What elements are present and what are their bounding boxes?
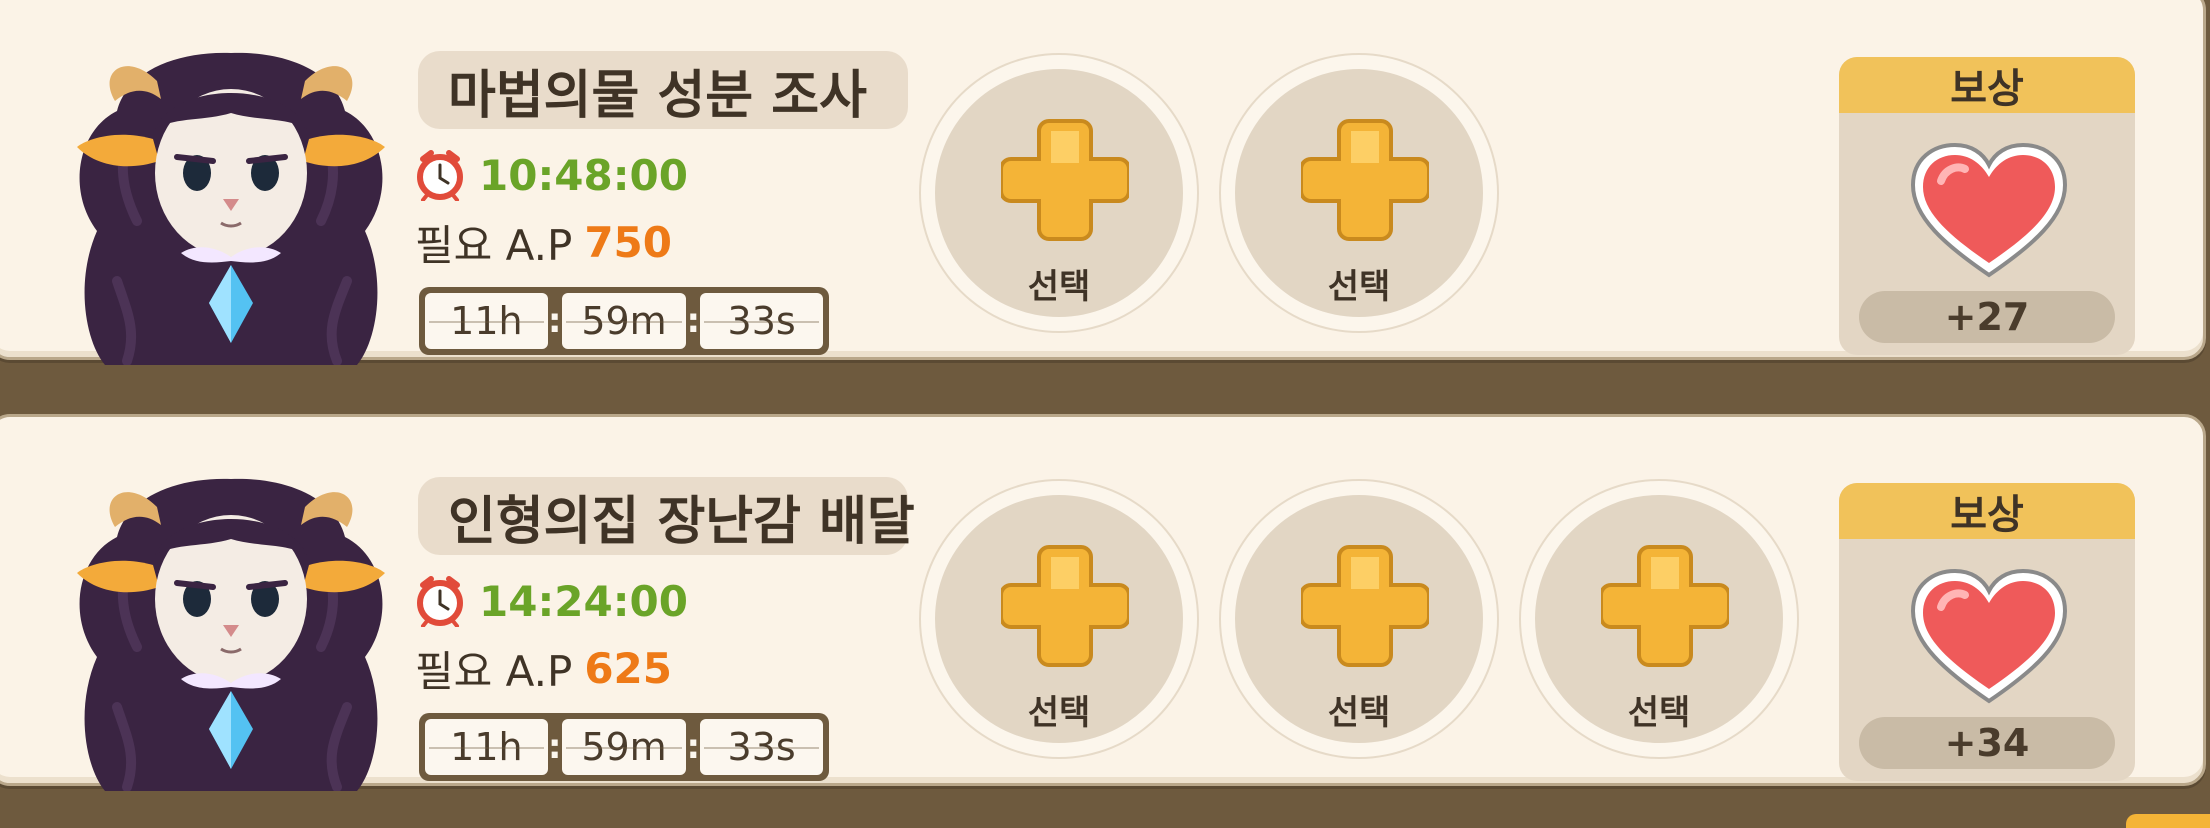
- select-slot-button[interactable]: 선택: [1521, 481, 1797, 757]
- ap-label: 필요 A.P: [415, 646, 573, 696]
- plus-icon: [1001, 119, 1129, 241]
- select-label: 선택: [1627, 693, 1691, 733]
- countdown-seconds: 33s: [700, 719, 823, 775]
- countdown-hours: 11h: [425, 293, 548, 349]
- alarm-clock-icon: [415, 575, 465, 627]
- select-slot-button[interactable]: 선택: [1221, 55, 1497, 331]
- countdown-minutes: 59m: [561, 293, 687, 349]
- countdown-separator: :: [686, 727, 701, 767]
- reward-amount: +34: [1859, 717, 2115, 769]
- reward-panel: 보상 +34: [1839, 483, 2135, 781]
- reward-header: 보상: [1839, 57, 2135, 113]
- plus-icon: [1301, 119, 1429, 241]
- quest-card: 인형의집 장난감 배달 14:24:00 필요 A.P 625 11h : 59…: [0, 414, 2206, 786]
- countdown-separator: :: [547, 301, 562, 341]
- quest-timer: 10:48:00: [415, 147, 688, 203]
- countdown-hours: 11h: [425, 719, 548, 775]
- quest-timer: 14:24:00: [415, 573, 688, 629]
- countdown-seconds: 33s: [700, 293, 823, 349]
- countdown-separator: :: [547, 727, 562, 767]
- countdown-separator: :: [686, 301, 701, 341]
- quest-duration: 14:24:00: [479, 576, 688, 626]
- ap-value: 625: [584, 643, 672, 693]
- plus-icon: [1001, 545, 1129, 667]
- quest-card: 마법의물 성분 조사 10:48:00 필요 A.P 750 11h : 59m…: [0, 0, 2206, 360]
- quest-title: 마법의물 성분 조사: [418, 51, 908, 129]
- required-ap: 필요 A.P 625: [415, 639, 672, 697]
- select-slot-button[interactable]: 선택: [1221, 481, 1497, 757]
- heart-icon: [1909, 141, 2069, 281]
- sheep-portrait-icon: [57, 21, 405, 365]
- select-label: 선택: [1327, 267, 1391, 307]
- reward-panel: 보상 +27: [1839, 57, 2135, 355]
- countdown-timer: 11h : 59m : 33s: [419, 287, 829, 355]
- countdown-minutes: 59m: [561, 719, 687, 775]
- plus-icon: [1301, 545, 1429, 667]
- heart-icon: [1909, 567, 2069, 707]
- alarm-clock-icon: [415, 149, 465, 201]
- reward-header: 보상: [1839, 483, 2135, 539]
- quest-title: 인형의집 장난감 배달: [418, 477, 915, 555]
- bottom-tab-edge: [2126, 814, 2210, 828]
- countdown-timer: 11h : 59m : 33s: [419, 713, 829, 781]
- reward-amount: +27: [1859, 291, 2115, 343]
- select-label: 선택: [1027, 267, 1091, 307]
- sheep-portrait-icon: [57, 447, 405, 791]
- required-ap: 필요 A.P 750: [415, 213, 672, 271]
- ap-value: 750: [584, 217, 672, 267]
- select-label: 선택: [1327, 693, 1391, 733]
- plus-icon: [1601, 545, 1729, 667]
- ap-label: 필요 A.P: [415, 220, 573, 270]
- select-slot-button[interactable]: 선택: [921, 481, 1197, 757]
- quest-duration: 10:48:00: [479, 150, 688, 200]
- select-label: 선택: [1027, 693, 1091, 733]
- select-slot-button[interactable]: 선택: [921, 55, 1197, 331]
